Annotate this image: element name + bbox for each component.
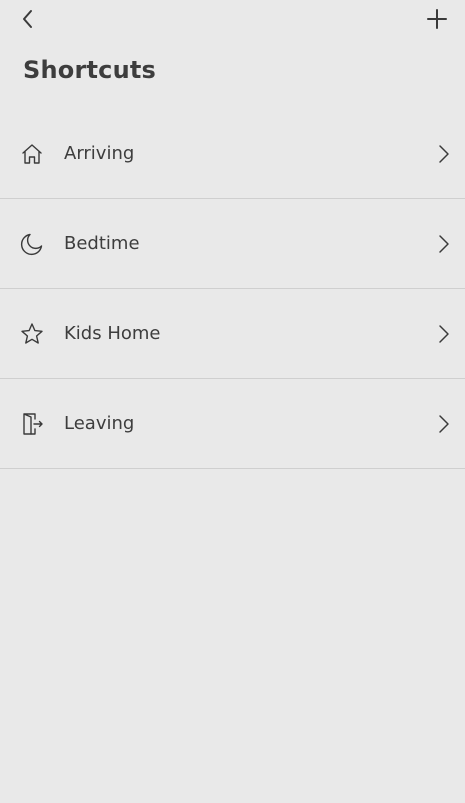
star-icon	[20, 322, 44, 346]
shortcut-label: Arriving	[64, 143, 135, 164]
moon-icon	[20, 232, 44, 256]
shortcut-item-kids-home[interactable]: Kids Home	[0, 289, 465, 379]
shortcut-item-arriving[interactable]: Arriving	[0, 109, 465, 199]
chevron-right-icon	[437, 233, 451, 255]
chevron-right-icon	[437, 413, 451, 435]
shortcut-label: Bedtime	[64, 233, 140, 254]
back-button[interactable]	[14, 5, 42, 33]
add-shortcut-button[interactable]	[423, 5, 451, 33]
shortcut-label: Kids Home	[64, 323, 161, 344]
shortcut-label: Leaving	[64, 413, 135, 434]
shortcut-list: Arriving Bedtime Kids Home Leaving	[0, 109, 465, 469]
chevron-right-icon	[437, 323, 451, 345]
plus-icon	[426, 8, 448, 30]
chevron-right-icon	[437, 143, 451, 165]
shortcut-item-leaving[interactable]: Leaving	[0, 379, 465, 469]
chevron-left-icon	[20, 8, 36, 30]
shortcut-item-bedtime[interactable]: Bedtime	[0, 199, 465, 289]
top-bar	[0, 0, 465, 44]
page-title: Shortcuts	[23, 56, 157, 84]
home-icon	[20, 142, 44, 166]
door-exit-icon	[20, 412, 44, 436]
